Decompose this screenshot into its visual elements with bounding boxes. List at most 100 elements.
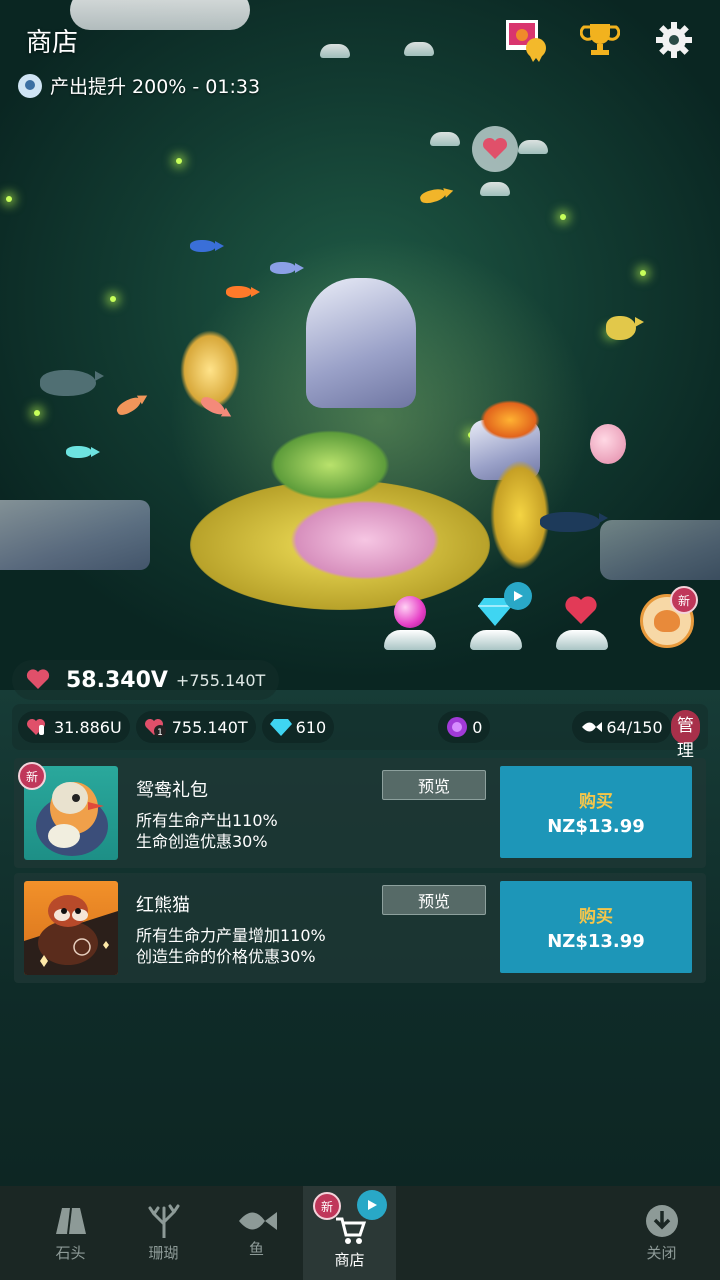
offer-desc-line: 所有生命力产量增加110% [136,926,326,945]
preview-button[interactable]: 预览 [382,885,486,915]
gem-shell[interactable] [466,582,532,650]
aquarium-scene[interactable] [0,0,720,690]
fish-icon [238,1211,277,1230]
tap-heart-icon [27,719,45,735]
new-badge: 新 [313,1192,341,1220]
coral-icon [148,1204,179,1238]
fish[interactable] [540,512,608,532]
fish[interactable] [114,394,144,418]
tab-coral[interactable]: 珊瑚 [117,1186,210,1280]
new-badge: 新 [18,762,46,790]
preview-button[interactable]: 预览 [382,770,486,800]
pearl-count: 0 [472,717,483,737]
fish[interactable] [66,446,100,458]
offer-card: 新 鸳鸯礼包 所有生命产出110% 生命创造优惠30% 预览 购买 NZ$13.… [14,758,706,868]
background-rock [600,520,720,580]
offer-desc-line: 生命创造优惠30% [136,832,268,851]
bubble-shell[interactable] [320,44,350,58]
heart-shell[interactable] [552,590,610,650]
heart-icon [565,596,597,624]
offer-card: 红熊猫 所有生命力产量增加110% 创造生命的价格优惠30% 预览 购买 NZ$… [14,873,706,983]
tab-shop[interactable]: 新 商店 [303,1186,396,1280]
play-video-icon [357,1190,387,1220]
fish-count: 64/150 [606,717,663,737]
offer-title: 红熊猫 [136,895,190,916]
download-close-icon [645,1204,678,1237]
gem-icon [269,719,292,736]
new-badge: 新 [670,586,698,614]
firefly [640,270,646,276]
fish[interactable] [418,186,448,206]
corgi-shell[interactable]: 新 [636,586,698,650]
heart-icon [26,669,50,689]
trophy-icon[interactable] [578,18,622,62]
svg-text:1: 1 [157,728,163,737]
per-life-value: 1 755.140T [135,711,256,743]
gem-count: 610 [295,717,327,737]
fish[interactable] [226,286,260,298]
gear-icon[interactable] [652,18,696,62]
close-label: 关闭 [646,1243,677,1262]
price-label: NZ$13.99 [547,816,645,837]
heart-bubble-icon[interactable] [472,126,518,172]
fish-counter: 64/150 [572,711,671,743]
resource-row: 31.886U 1 755.140T 610 0 64/150 管理 [12,704,708,761]
buy-button[interactable]: 购买 NZ$13.99 [500,766,692,858]
bubble-shell[interactable] [404,42,434,56]
manage-button[interactable]: 管理 [670,710,700,761]
per-life-text: 755.140T [171,717,248,737]
shell-icon [470,630,522,650]
fish-icon [582,722,603,732]
album-icon[interactable] [504,18,548,62]
close-button[interactable]: 关闭 [615,1186,708,1280]
buy-label: 购买 [579,792,613,812]
firefly [560,214,566,220]
bubble-shell[interactable] [430,132,460,146]
fish[interactable] [270,262,304,274]
tab-label: 鱼 [248,1239,264,1258]
offer-desc-line: 所有生命产出110% [136,811,278,830]
shell-icon [556,630,608,650]
resource-stats: 58.340V +755.140T 31.886U 1 755.140T 610… [12,660,708,761]
buy-label: 购买 [579,907,613,927]
pearl-shell[interactable] [380,590,438,650]
life-rate: +755.140T [175,670,266,690]
penguin-icon [18,73,42,98]
swan [70,0,250,30]
fish[interactable] [190,240,224,252]
bubble-shell[interactable] [480,182,510,196]
firefly [110,296,116,302]
floating-items: 新 [376,582,706,660]
price-label: NZ$13.99 [547,931,645,952]
offer-description: 所有生命产出110% 生命创造优惠30% [136,810,278,852]
life-value: 58.340V [66,667,168,693]
firefly [34,410,40,416]
life-counter: 58.340V +755.140T [12,660,280,700]
tab-label: 珊瑚 [148,1243,179,1262]
fish[interactable] [606,316,644,340]
tab-label: 商店 [334,1250,365,1269]
background-rock [0,500,150,570]
play-video-icon[interactable] [504,582,532,610]
bubble-shell[interactable] [518,140,548,154]
boost-indicator[interactable]: 产出提升 200% - 01:33 [18,72,260,99]
offer-description: 所有生命力产量增加110% 创造生命的价格优惠30% [136,925,326,967]
coral-pink [290,500,440,580]
page-title: 商店 [26,28,79,58]
turtle[interactable] [40,370,104,396]
life-one-icon: 1 [144,719,166,737]
firefly [6,196,12,202]
pearl-icon [447,717,468,737]
tab-fish[interactable]: 鱼 [210,1186,303,1280]
shell-icon [384,630,436,650]
buy-button[interactable]: 购买 NZ$13.99 [500,881,692,973]
offer-title: 鸳鸯礼包 [136,780,208,801]
tap-value-text: 31.886U [54,717,122,737]
tab-stone[interactable]: 石头 [24,1186,117,1280]
pearl-counter: 0 [438,711,491,743]
offer-list: 新 鸳鸯礼包 所有生命产出110% 生命创造优惠30% 预览 购买 NZ$13.… [14,758,706,988]
stone-icon [55,1207,86,1234]
firefly [176,158,182,164]
main-rock [306,278,416,408]
tab-label: 石头 [55,1243,86,1262]
